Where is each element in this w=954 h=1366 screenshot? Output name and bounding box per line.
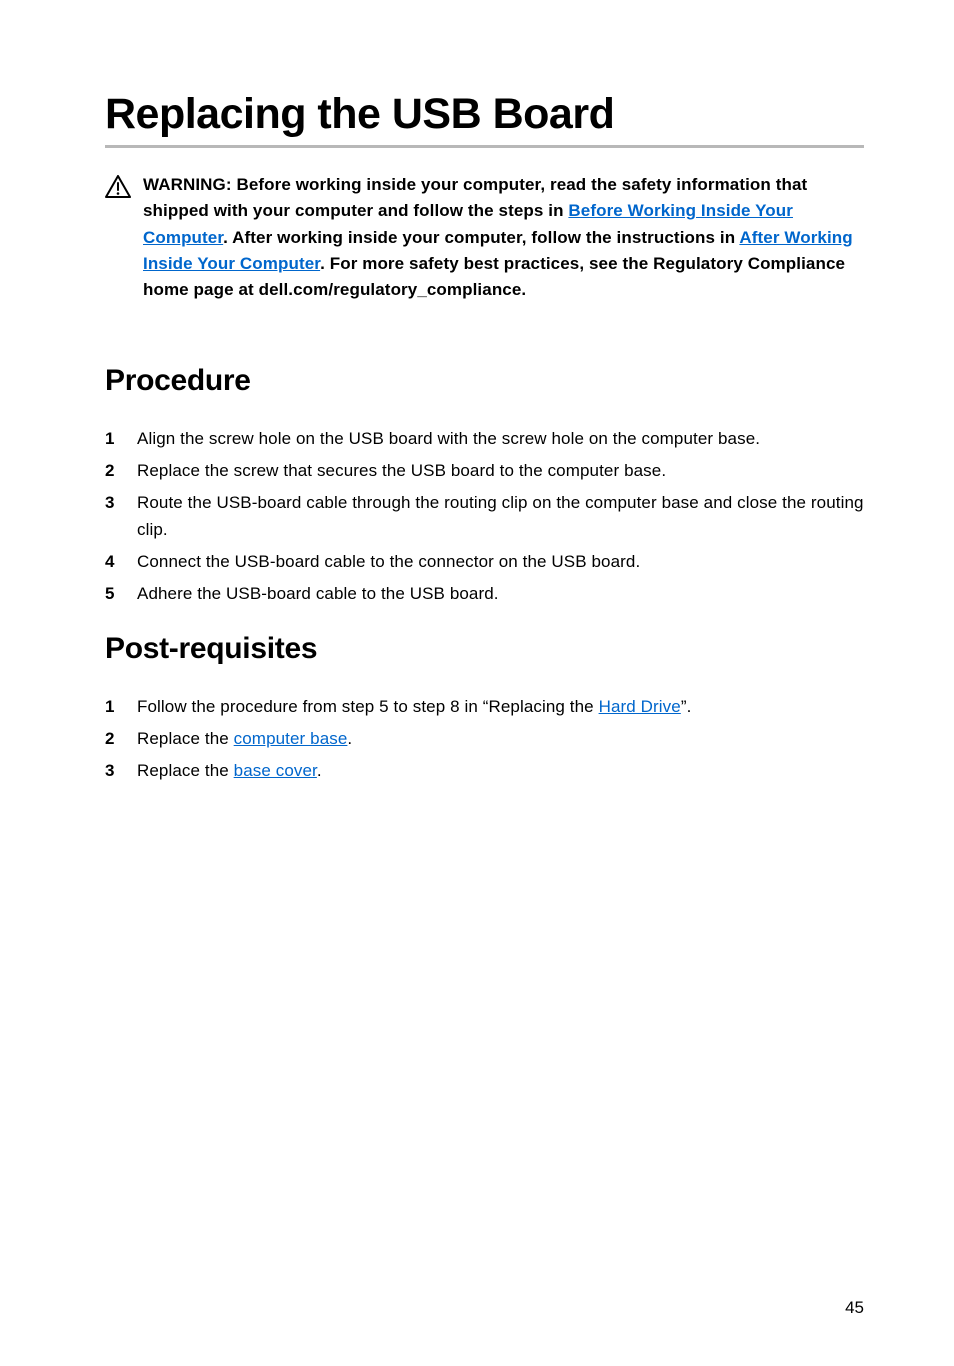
list-item: Route the USB-board cable through the ro… [105,490,864,543]
step-seg2: . [347,729,352,748]
step-text: Route the USB-board cable through the ro… [137,490,864,543]
step-text: Align the screw hole on the USB board wi… [137,426,864,452]
list-item: Replace the base cover. [105,758,864,784]
step-text: Replace the base cover. [137,758,864,784]
postrequisites-heading: Post-requisites [105,632,864,666]
link-base-cover[interactable]: base cover [234,761,317,780]
warning-seg2: . After working inside your computer, fo… [223,228,739,247]
step-text: Connect the USB-board cable to the conne… [137,549,864,575]
step-text: Follow the procedure from step 5 to step… [137,694,864,720]
link-hard-drive[interactable]: Hard Drive [599,697,681,716]
warning-text: WARNING: Before working inside your comp… [143,172,864,304]
step-text: Replace the screw that secures the USB b… [137,458,864,484]
step-seg1: Replace the [137,729,234,748]
warning-block: WARNING: Before working inside your comp… [105,172,864,304]
step-text: Adhere the USB-board cable to the USB bo… [137,581,864,607]
list-item: Replace the computer base. [105,726,864,752]
step-seg1: Follow the procedure from step 5 to step… [137,697,599,716]
warning-icon [105,175,131,199]
list-item: Replace the screw that secures the USB b… [105,458,864,484]
page-title: Replacing the USB Board [105,90,864,148]
step-seg2: ”. [681,697,692,716]
page-number: 45 [845,1298,864,1318]
procedure-heading: Procedure [105,364,864,398]
step-text: Replace the computer base. [137,726,864,752]
list-item: Align the screw hole on the USB board wi… [105,426,864,452]
link-computer-base[interactable]: computer base [234,729,348,748]
step-seg2: . [317,761,322,780]
step-seg1: Replace the [137,761,234,780]
procedure-list: Align the screw hole on the USB board wi… [105,426,864,608]
list-item: Connect the USB-board cable to the conne… [105,549,864,575]
postrequisites-list: Follow the procedure from step 5 to step… [105,694,864,785]
list-item: Adhere the USB-board cable to the USB bo… [105,581,864,607]
list-item: Follow the procedure from step 5 to step… [105,694,864,720]
